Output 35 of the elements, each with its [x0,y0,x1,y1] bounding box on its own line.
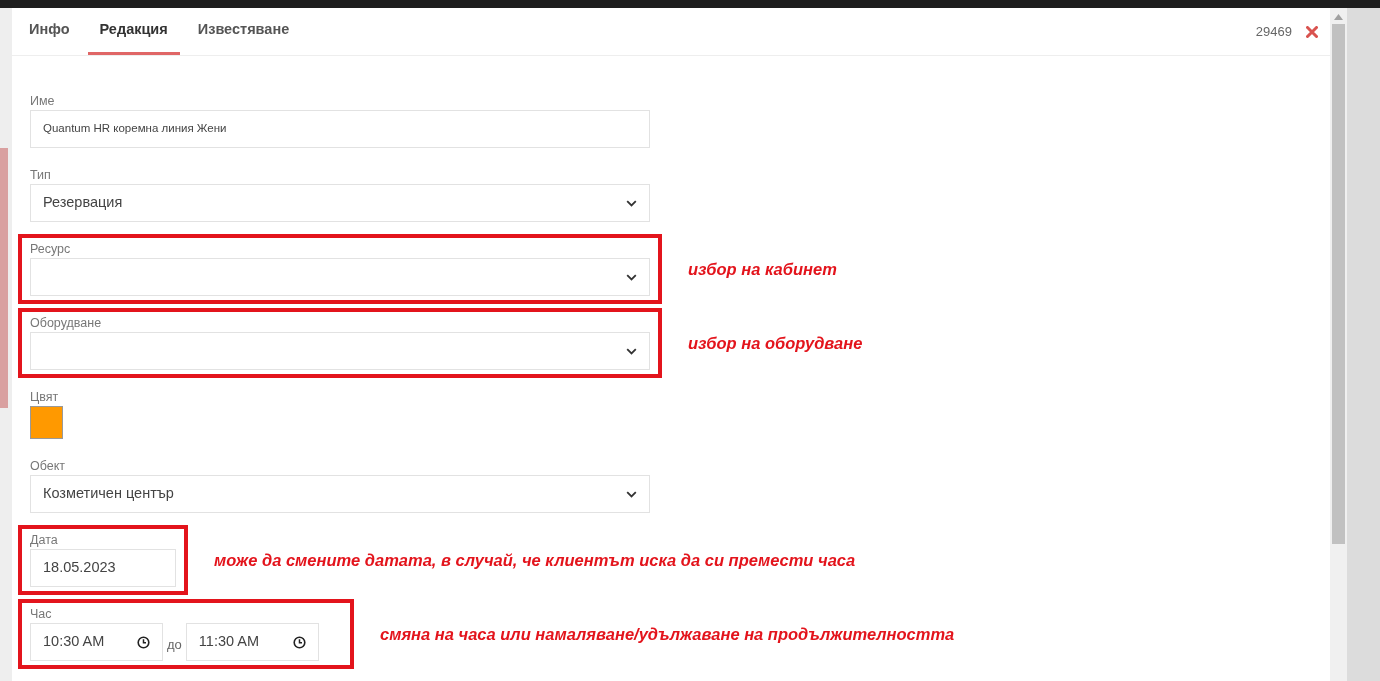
annotation-text: смяна на часа или намаляване/удължаване на продължителността [380,623,955,645]
clock-icon[interactable] [137,635,150,649]
time-field[interactable]: 11:30 AM [185,623,319,661]
dropdown[interactable]: Резервация [30,184,650,222]
dropdown[interactable]: Козметичен център [30,475,650,513]
date-field[interactable]: 18.05.2023 [30,549,176,587]
tab[interactable]: Инфо [29,8,70,55]
field-label: Оборудване [30,315,103,332]
dropdown[interactable] [30,332,650,370]
field-label: Цвят [30,389,60,406]
chevron-down-icon [626,490,637,498]
separator-label: до [167,636,182,655]
time-field[interactable]: 10:30 AM [30,623,163,661]
clock-icon[interactable] [292,635,306,649]
text-field[interactable]: Quantum HR коремна линия Жени [30,110,650,148]
annotation-text: избор на кабинет [688,258,837,280]
scroll-up-icon[interactable] [1334,14,1343,20]
scrollbar[interactable] [1330,8,1347,681]
record-id: 29469 [1255,22,1292,41]
close-icon[interactable] [1306,25,1318,38]
field-label: Час [30,606,53,623]
tab[interactable]: Известяване [197,8,290,55]
annotation-text: може да смените датата, в случай, че клиентът иска да си премести часа [214,549,856,571]
chevron-down-icon [626,199,637,207]
chevron-down-icon [626,273,637,281]
field-label: Име [30,93,56,110]
color-swatch[interactable] [30,406,63,439]
annotation-text: избор на оборудване [688,332,863,354]
tab[interactable]: Редакция [87,8,180,55]
dropdown[interactable] [30,258,650,296]
field-label: Дата [30,532,59,549]
field-label: Обект [30,458,67,475]
field-label: Ресурс [30,241,72,258]
chevron-down-icon [626,347,637,355]
field-label: Тип [30,167,52,184]
